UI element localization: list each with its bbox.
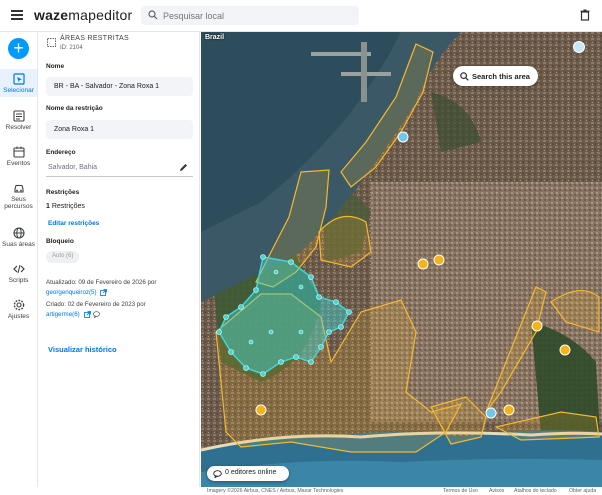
search-this-area-button[interactable]: Search this area — [453, 66, 538, 86]
app-logo: wazemapeditor — [34, 7, 133, 23]
calendar-icon — [12, 146, 25, 158]
search-icon — [148, 10, 158, 20]
chat-icon[interactable] — [93, 311, 100, 318]
external-link-icon[interactable] — [84, 311, 91, 318]
name-field[interactable]: BR - BA - Salvador - Zona Roxa 1 — [46, 77, 193, 96]
rail-item-select[interactable]: Selecionar — [0, 69, 37, 97]
rail-item-events[interactable]: Eventos — [0, 146, 37, 167]
rail-item-resolve[interactable]: Resolver — [0, 110, 37, 131]
restriction-name-field[interactable]: Zona Roxa 1 — [46, 120, 193, 139]
edit-restrictions-link[interactable]: Editar restrições — [48, 220, 99, 227]
code-icon — [12, 264, 25, 274]
search-input[interactable] — [163, 8, 353, 23]
panel-id: ID: 2104 — [60, 45, 83, 51]
restricted-area-icon — [47, 38, 56, 47]
map-canvas[interactable]: Brazil Search this area 0 editores onlin… — [201, 32, 602, 487]
created-text: Criado: 02 de Fevereiro de 2023 por — [46, 301, 146, 308]
panel-title: ÁREAS RESTRITAS — [60, 35, 129, 42]
chat-bubble-icon — [213, 470, 222, 478]
rail-item-settings[interactable]: Ajustes — [0, 299, 37, 320]
edit-pencil-icon[interactable] — [179, 163, 188, 172]
rail-item-scripts[interactable]: Scripts — [0, 263, 37, 284]
footer-left — [0, 487, 201, 495]
created-by-link[interactable]: artigerme(6) — [46, 311, 80, 318]
globe-icon — [12, 227, 25, 239]
resolve-icon — [12, 110, 25, 122]
search-icon — [460, 72, 469, 81]
select-icon — [12, 73, 25, 85]
trash-icon[interactable] — [580, 9, 590, 21]
address-field[interactable]: Salvador, Bahia — [46, 161, 193, 177]
add-button[interactable]: + — [8, 38, 29, 59]
restrictions-label: Restrições — [46, 189, 80, 196]
car-icon — [13, 184, 24, 193]
restriction-name-label: Nome da restrição — [46, 105, 103, 112]
editors-online-badge[interactable]: 0 editores online — [207, 466, 289, 481]
name-label: Nome — [46, 63, 65, 70]
gear-icon — [13, 299, 24, 311]
address-label: Endereço — [46, 149, 76, 156]
rail-item-routes[interactable]: Seus percursos — [0, 182, 37, 210]
terms-link[interactable]: Termos de Uso — [443, 488, 478, 494]
menu-icon[interactable] — [11, 10, 23, 20]
external-link-icon[interactable] — [100, 289, 107, 296]
help-link[interactable]: Obter ajuda — [569, 488, 596, 494]
search-box[interactable] — [141, 6, 359, 25]
updated-by-link[interactable]: georgenqueiroz(5) — [46, 289, 97, 296]
rail-item-areas[interactable]: Suas áreas — [0, 227, 37, 248]
lock-label: Bloqueio — [46, 238, 74, 245]
details-panel: ÁREAS RESTRITAS ID: 2104 Nome BR - BA - … — [38, 32, 200, 487]
shortcuts-link[interactable]: Atalhos do teclado — [514, 488, 557, 494]
map-footer: Imagery ©2026 Airbus, CNES / Airbus, Max… — [201, 487, 602, 495]
satellite-imagery — [201, 32, 602, 487]
location-pin-icon[interactable] — [573, 41, 585, 53]
updated-text: Atualizado: 09 de Fevereiro de 2026 por — [46, 279, 157, 286]
lock-select[interactable]: Auto (6) — [46, 251, 80, 263]
notices-link[interactable]: Avisos — [489, 488, 504, 494]
restrictions-count: 1 Restrições — [46, 203, 85, 210]
left-rail: + Selecionar Resolver Eventos Seus percu… — [0, 32, 38, 487]
country-label: Brazil — [205, 34, 225, 41]
imagery-attribution: Imagery ©2026 Airbus, CNES / Airbus, Max… — [207, 488, 344, 494]
view-history-link[interactable]: Visualizar histórico — [48, 345, 117, 354]
top-bar: wazemapeditor — [0, 0, 602, 32]
